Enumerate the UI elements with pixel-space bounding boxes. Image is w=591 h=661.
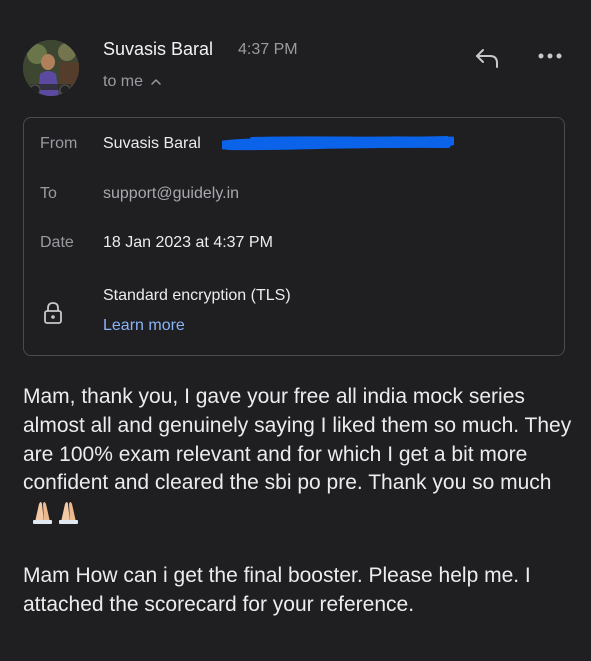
reply-button[interactable]: [470, 44, 504, 72]
date-value: 18 Jan 2023 at 4:37 PM: [103, 234, 273, 251]
to-label: To: [40, 185, 57, 202]
chevron-up-icon: [151, 79, 161, 85]
body-paragraph-1-text: Mam, thank you, I gave your free all ind…: [23, 385, 572, 495]
from-name: Suvasis Baral: [103, 135, 201, 152]
more-icon: [538, 53, 562, 59]
body-paragraph-1: Mam, thank you, I gave your free all ind…: [23, 383, 573, 533]
recipient-toggle[interactable]: to me: [103, 73, 162, 91]
date-label: Date: [40, 234, 74, 251]
to-address[interactable]: support@guidely.in: [103, 185, 239, 203]
more-options-button[interactable]: [533, 44, 567, 68]
message-body: Mam, thank you, I gave your free all ind…: [23, 383, 573, 619]
body-paragraph-2: Mam How can i get the final booster. Ple…: [23, 563, 531, 616]
reply-icon: [476, 49, 498, 68]
avatar[interactable]: [23, 40, 79, 96]
sender-name: Suvasis Baral: [103, 39, 214, 59]
learn-more-link[interactable]: Learn more: [103, 317, 185, 335]
message-details-panel: From Suvasis Baral To support@guidely.in…: [23, 117, 565, 356]
sent-time: 4:37 PM: [238, 41, 298, 58]
encryption-status: Standard encryption (TLS): [103, 287, 291, 304]
folded-hands-icon: [27, 498, 85, 533]
lock-icon: [44, 302, 62, 324]
from-label: From: [40, 135, 78, 152]
avatar-photo: [23, 40, 79, 96]
recipient-summary: to me: [103, 73, 144, 90]
redaction-mark: [222, 136, 454, 151]
